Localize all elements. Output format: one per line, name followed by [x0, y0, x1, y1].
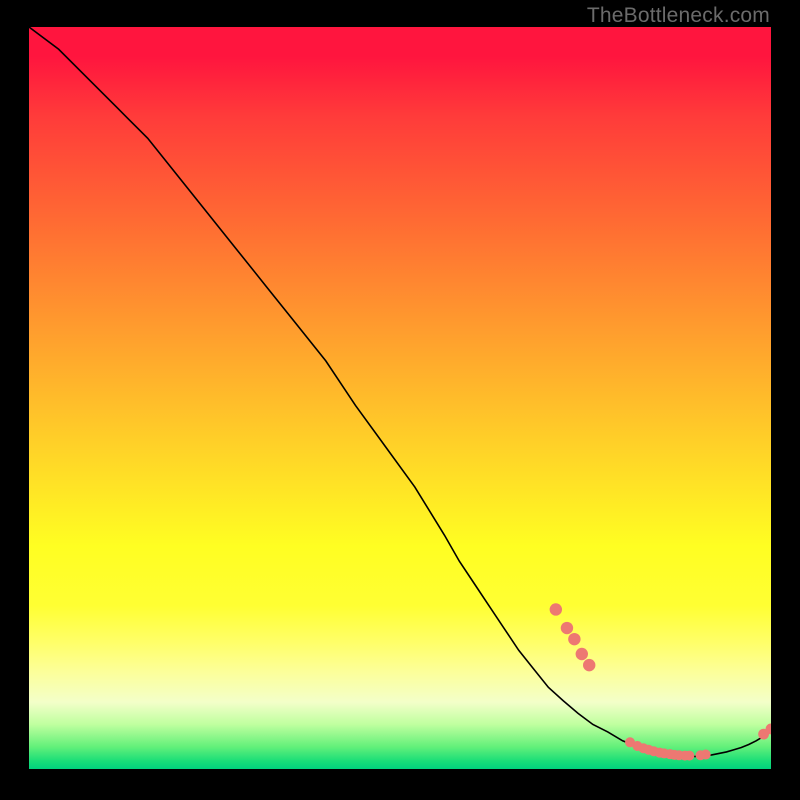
- marker-point: [680, 751, 690, 761]
- bottleneck-curve: [29, 27, 771, 756]
- marker-point: [576, 648, 588, 660]
- marker-point: [568, 633, 580, 645]
- marker-point: [701, 750, 711, 760]
- marker-point: [561, 622, 573, 634]
- marker-point: [649, 746, 659, 756]
- marker-point: [638, 743, 648, 753]
- marker-point: [766, 724, 771, 735]
- chart-container: TheBottleneck.com: [0, 0, 800, 800]
- plot-area: [29, 27, 771, 769]
- marker-point: [625, 737, 635, 747]
- marker-point: [644, 745, 654, 755]
- marker-point: [696, 750, 706, 760]
- marker-point: [758, 729, 769, 740]
- marker-point: [632, 741, 642, 751]
- marker-point: [674, 750, 684, 760]
- attribution-label: TheBottleneck.com: [587, 4, 770, 28]
- marker-point: [655, 748, 665, 758]
- curve-svg: [29, 27, 771, 769]
- marker-point: [659, 748, 669, 758]
- marker-point: [670, 750, 680, 760]
- marker-point: [665, 749, 675, 759]
- marker-point: [583, 659, 595, 671]
- marker-point: [684, 751, 694, 761]
- marker-point: [550, 603, 562, 615]
- highlight-markers: [550, 603, 771, 760]
